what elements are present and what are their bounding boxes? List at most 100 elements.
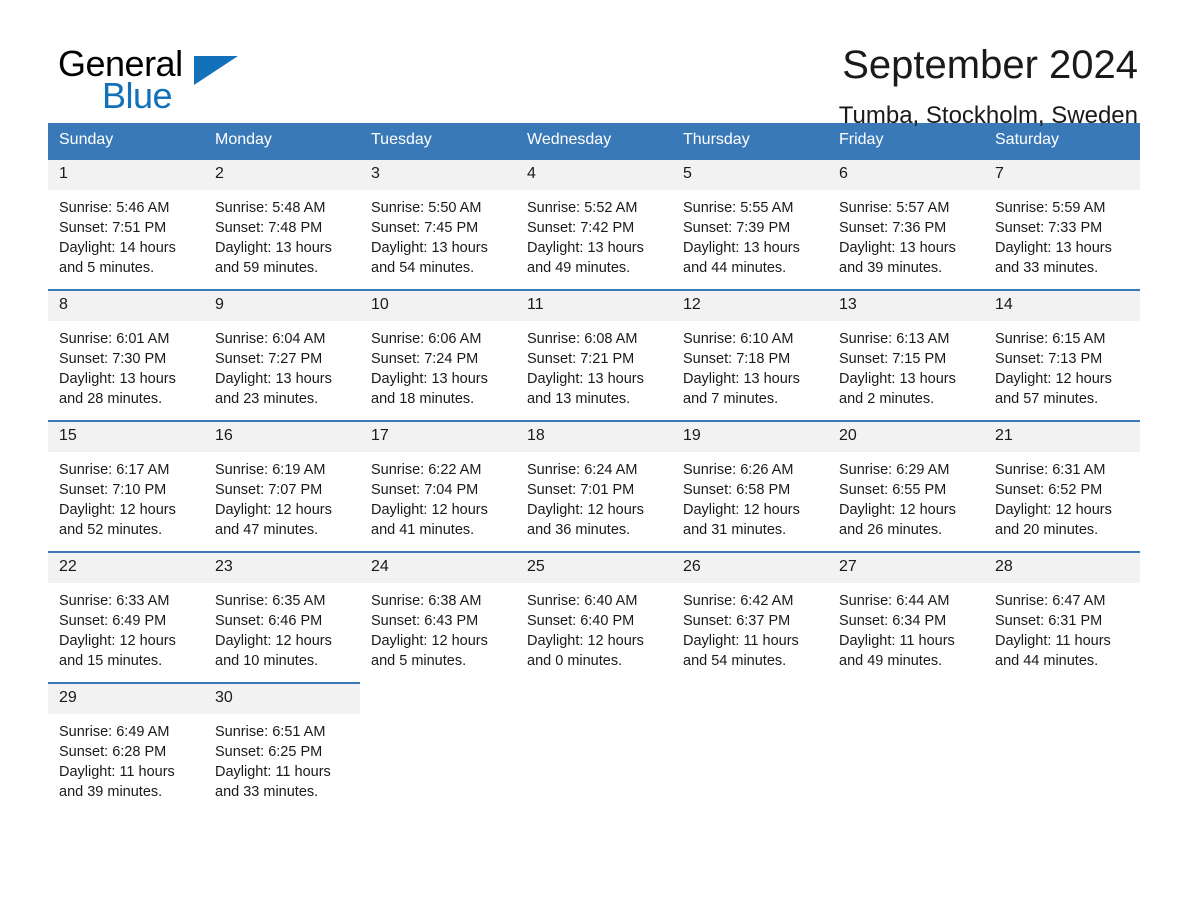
sunset-text: Sunset: 7:51 PM [59,220,167,236]
calendar-day-cell[interactable]: 19 Sunrise: 6:26 AM Sunset: 6:58 PM Dayligh… [672,420,828,552]
day-details: Sunrise: 6:42 AM Sunset: 6:37 PM Daylight:… [672,583,828,671]
day-details: Sunrise: 5:55 AM Sunset: 7:39 PM Daylight:… [672,190,828,278]
calendar-day-cell[interactable]: 18 Sunrise: 6:24 AM Sunset: 7:01 PM Dayligh… [516,420,672,552]
sunrise-text: Sunrise: 6:17 AM [59,462,170,478]
calendar-day-cell[interactable]: 2 Sunrise: 5:48 AM Sunset: 7:48 PM Daylight… [204,158,360,290]
calendar-day-cell[interactable]: 28 Sunrise: 6:47 AM Sunset: 6:31 PM Dayligh… [984,551,1140,683]
sunset-text: Sunset: 7:30 PM [59,351,167,367]
daylight-text: Daylight: 13 hours and 39 minutes. [839,240,956,276]
day-number: 3 [360,160,516,190]
sunset-text: Sunset: 7:15 PM [839,351,947,367]
calendar-body: 1 Sunrise: 5:46 AM Sunset: 7:51 PM Daylight… [48,158,1140,804]
calendar-cell-empty [672,682,828,804]
calendar-day-cell[interactable]: 12 Sunrise: 6:10 AM Sunset: 7:18 PM Dayligh… [672,289,828,421]
day-details: Sunrise: 6:47 AM Sunset: 6:31 PM Daylight:… [984,583,1140,671]
calendar-day-cell[interactable]: 23 Sunrise: 6:35 AM Sunset: 6:46 PM Dayligh… [204,551,360,683]
calendar-day-cell[interactable]: 1 Sunrise: 5:46 AM Sunset: 7:51 PM Daylight… [48,158,204,290]
day-details: Sunrise: 5:48 AM Sunset: 7:48 PM Daylight:… [204,190,360,278]
calendar-day-cell[interactable]: 10 Sunrise: 6:06 AM Sunset: 7:24 PM Dayligh… [360,289,516,421]
daylight-text: Daylight: 12 hours and 15 minutes. [59,633,176,669]
calendar-day-cell[interactable]: 15 Sunrise: 6:17 AM Sunset: 7:10 PM Dayligh… [48,420,204,552]
day-number [360,684,516,714]
calendar-day-cell[interactable]: 13 Sunrise: 6:13 AM Sunset: 7:15 PM Dayligh… [828,289,984,421]
sunset-text: Sunset: 6:37 PM [683,613,791,629]
calendar-day-cell[interactable]: 5 Sunrise: 5:55 AM Sunset: 7:39 PM Daylight… [672,158,828,290]
day-number [984,684,1140,714]
calendar-day-cell[interactable]: 26 Sunrise: 6:42 AM Sunset: 6:37 PM Dayligh… [672,551,828,683]
day-number: 28 [984,553,1140,583]
calendar-day-cell[interactable]: 6 Sunrise: 5:57 AM Sunset: 7:36 PM Daylight… [828,158,984,290]
sunset-text: Sunset: 7:45 PM [371,220,479,236]
daylight-text: Daylight: 13 hours and 44 minutes. [683,240,800,276]
calendar-page: General Blue September 2024 Tumba, Stock… [0,0,1188,918]
day-number: 30 [204,684,360,714]
day-details: Sunrise: 6:17 AM Sunset: 7:10 PM Daylight:… [48,452,204,540]
weekday-header-monday: Monday [204,123,360,159]
day-number: 26 [672,553,828,583]
page-title: September 2024 [842,43,1138,87]
day-number: 14 [984,291,1140,321]
weekday-header-sunday: Sunday [48,123,204,159]
sunset-text: Sunset: 6:31 PM [995,613,1103,629]
calendar-day-cell[interactable]: 8 Sunrise: 6:01 AM Sunset: 7:30 PM Daylight… [48,289,204,421]
daylight-text: Daylight: 12 hours and 26 minutes. [839,502,956,538]
day-number: 17 [360,422,516,452]
calendar-day-cell[interactable]: 4 Sunrise: 5:52 AM Sunset: 7:42 PM Daylight… [516,158,672,290]
day-number: 22 [48,553,204,583]
calendar-day-cell[interactable]: 21 Sunrise: 6:31 AM Sunset: 6:52 PM Dayligh… [984,420,1140,552]
daylight-text: Daylight: 13 hours and 59 minutes. [215,240,332,276]
sunset-text: Sunset: 7:36 PM [839,220,947,236]
daylight-text: Daylight: 13 hours and 18 minutes. [371,371,488,407]
day-details: Sunrise: 5:52 AM Sunset: 7:42 PM Daylight:… [516,190,672,278]
calendar-week-row: 15 Sunrise: 6:17 AM Sunset: 7:10 PM Dayligh… [48,420,1140,552]
day-details: Sunrise: 6:49 AM Sunset: 6:28 PM Daylight:… [48,714,204,802]
day-details: Sunrise: 6:04 AM Sunset: 7:27 PM Daylight:… [204,321,360,409]
calendar-day-cell[interactable]: 11 Sunrise: 6:08 AM Sunset: 7:21 PM Dayligh… [516,289,672,421]
calendar-day-cell[interactable]: 17 Sunrise: 6:22 AM Sunset: 7:04 PM Dayligh… [360,420,516,552]
sunrise-text: Sunrise: 6:49 AM [59,724,170,740]
sunset-text: Sunset: 7:21 PM [527,351,635,367]
day-details: Sunrise: 6:51 AM Sunset: 6:25 PM Daylight:… [204,714,360,802]
day-details: Sunrise: 6:35 AM Sunset: 6:46 PM Daylight:… [204,583,360,671]
sunrise-text: Sunrise: 6:44 AM [839,593,950,609]
sunset-text: Sunset: 7:10 PM [59,482,167,498]
sunset-text: Sunset: 7:27 PM [215,351,323,367]
day-details: Sunrise: 6:10 AM Sunset: 7:18 PM Daylight:… [672,321,828,409]
day-number [672,684,828,714]
sunset-text: Sunset: 7:42 PM [527,220,635,236]
calendar-day-cell[interactable]: 30 Sunrise: 6:51 AM Sunset: 6:25 PM Dayligh… [204,682,360,804]
day-details: Sunrise: 6:08 AM Sunset: 7:21 PM Daylight:… [516,321,672,409]
daylight-text: Daylight: 13 hours and 13 minutes. [527,371,644,407]
day-details: Sunrise: 6:13 AM Sunset: 7:15 PM Daylight:… [828,321,984,409]
day-number: 2 [204,160,360,190]
sunset-text: Sunset: 7:39 PM [683,220,791,236]
day-number: 19 [672,422,828,452]
calendar-day-cell[interactable]: 27 Sunrise: 6:44 AM Sunset: 6:34 PM Dayligh… [828,551,984,683]
day-number [516,684,672,714]
sunrise-text: Sunrise: 6:38 AM [371,593,482,609]
calendar-day-cell[interactable]: 29 Sunrise: 6:49 AM Sunset: 6:28 PM Dayligh… [48,682,204,804]
calendar-day-cell[interactable]: 7 Sunrise: 5:59 AM Sunset: 7:33 PM Daylight… [984,158,1140,290]
calendar-day-cell[interactable]: 14 Sunrise: 6:15 AM Sunset: 7:13 PM Dayligh… [984,289,1140,421]
calendar-day-cell[interactable]: 25 Sunrise: 6:40 AM Sunset: 6:40 PM Dayligh… [516,551,672,683]
sunset-text: Sunset: 7:01 PM [527,482,635,498]
calendar-day-cell[interactable]: 3 Sunrise: 5:50 AM Sunset: 7:45 PM Daylight… [360,158,516,290]
day-details: Sunrise: 6:01 AM Sunset: 7:30 PM Daylight:… [48,321,204,409]
daylight-text: Daylight: 13 hours and 49 minutes. [527,240,644,276]
sunrise-text: Sunrise: 6:29 AM [839,462,950,478]
calendar-day-cell[interactable]: 20 Sunrise: 6:29 AM Sunset: 6:55 PM Dayligh… [828,420,984,552]
sunrise-text: Sunrise: 6:10 AM [683,331,794,347]
calendar-day-cell[interactable]: 9 Sunrise: 6:04 AM Sunset: 7:27 PM Daylight… [204,289,360,421]
sunset-text: Sunset: 7:48 PM [215,220,323,236]
logo-text-blue: Blue [102,75,173,116]
calendar-day-cell[interactable]: 24 Sunrise: 6:38 AM Sunset: 6:43 PM Dayligh… [360,551,516,683]
calendar-day-cell[interactable]: 22 Sunrise: 6:33 AM Sunset: 6:49 PM Dayligh… [48,551,204,683]
generalblue-logo: General Blue [48,44,248,114]
day-details: Sunrise: 6:15 AM Sunset: 7:13 PM Daylight:… [984,321,1140,409]
sunset-text: Sunset: 7:33 PM [995,220,1103,236]
daylight-text: Daylight: 13 hours and 33 minutes. [995,240,1112,276]
calendar-day-cell[interactable]: 16 Sunrise: 6:19 AM Sunset: 7:07 PM Dayligh… [204,420,360,552]
day-number: 12 [672,291,828,321]
sunset-text: Sunset: 6:52 PM [995,482,1103,498]
weekday-header-thursday: Thursday [672,123,828,159]
